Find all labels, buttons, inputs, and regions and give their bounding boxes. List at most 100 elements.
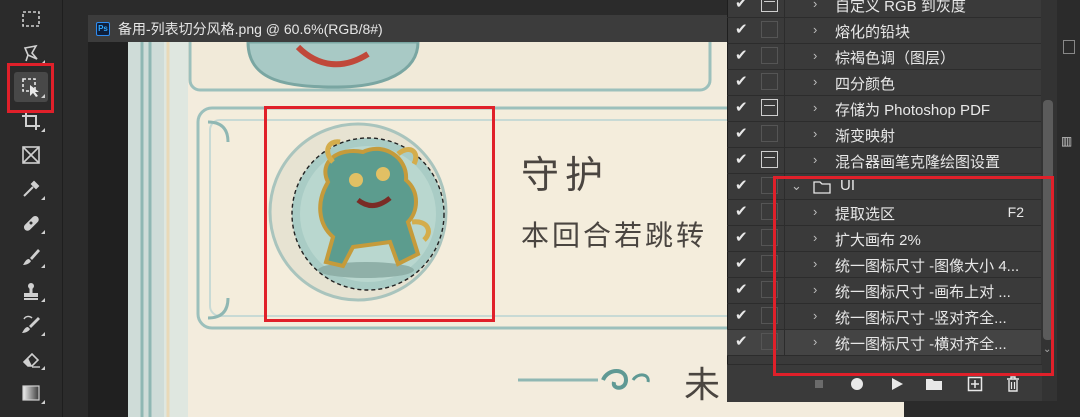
chevron-right-icon[interactable]: › (813, 334, 817, 349)
toggle-item-check-icon[interactable]: ✔ (735, 20, 753, 40)
play-button[interactable] (887, 374, 907, 394)
toggle-dialog-icon[interactable] (761, 21, 778, 38)
action-row[interactable]: ✔ › 熔化的铅块 (727, 18, 1042, 44)
row-divider (784, 96, 785, 122)
marquee-icon (22, 11, 40, 27)
marquee-tool[interactable] (14, 4, 48, 34)
row-divider (784, 18, 785, 44)
action-row[interactable]: ✔ › 渐变映射 (727, 122, 1042, 148)
clone-stamp-tool[interactable] (14, 276, 48, 306)
toggle-item-check-icon[interactable]: ✔ (735, 280, 753, 300)
toggle-dialog-icon[interactable] (761, 73, 778, 90)
chevron-right-icon[interactable]: › (813, 126, 817, 141)
action-row[interactable]: ✔ › 扩大画布 2% (727, 226, 1042, 252)
toggle-dialog-icon[interactable] (761, 151, 778, 168)
gradient-tool[interactable] (14, 378, 48, 408)
history-brush-tool[interactable] (14, 310, 48, 340)
chevron-right-icon[interactable]: › (813, 308, 817, 323)
chevron-down-icon[interactable]: ⌄ (791, 178, 802, 194)
panel-icon[interactable] (1063, 40, 1075, 54)
toggle-item-check-icon[interactable]: ✔ (735, 124, 753, 144)
shortcut-key: F2 (1007, 204, 1024, 220)
delete-button[interactable] (1003, 374, 1023, 394)
action-row[interactable]: ✔ › 四分颜色 (727, 70, 1042, 96)
chevron-right-icon[interactable]: › (813, 48, 817, 63)
right-dock-strip: ▥ (1057, 0, 1080, 417)
toggle-item-check-icon[interactable]: ✔ (735, 202, 753, 222)
toggle-dialog-icon[interactable] (761, 255, 778, 272)
action-label: 自定义 RGB 到灰度 (835, 0, 966, 15)
record-button[interactable] (847, 374, 867, 394)
chevron-right-icon[interactable]: › (813, 256, 817, 271)
eraser-tool[interactable] (14, 344, 48, 374)
object-selection-tool[interactable] (14, 72, 48, 102)
action-row[interactable]: ✔ › 统一图标尺寸 -图像大小 4... (727, 252, 1042, 278)
row-divider (784, 200, 785, 226)
chevron-right-icon[interactable]: › (813, 282, 817, 297)
toggle-item-check-icon[interactable]: ✔ (735, 228, 753, 248)
action-row[interactable]: ✔ › 棕褐色调（图层） (727, 44, 1042, 70)
toggle-item-check-icon[interactable]: ✔ (735, 150, 753, 170)
row-divider (784, 226, 785, 252)
action-row[interactable]: ✔ › 统一图标尺寸 -横对齐全... (727, 330, 1042, 356)
crop-tool[interactable] (14, 106, 48, 136)
next-card-title: 未 (684, 365, 721, 406)
action-row[interactable]: ✔ › 存储为 Photoshop PDF (727, 96, 1042, 122)
chevron-right-icon[interactable]: › (813, 100, 817, 115)
scroll-down-icon[interactable]: ⌄ (1043, 344, 1051, 355)
new-set-button[interactable] (924, 374, 944, 394)
toggle-item-check-icon[interactable]: ✔ (735, 254, 753, 274)
toggle-dialog-icon[interactable] (761, 333, 778, 350)
eyedropper-icon (23, 180, 40, 197)
toggle-item-check-icon[interactable]: ✔ (735, 306, 753, 326)
action-row[interactable]: ✔ › 混合器画笔克隆绘图设置 (727, 148, 1042, 174)
toggle-item-check-icon[interactable]: ✔ (735, 176, 753, 196)
toggle-dialog-icon[interactable] (761, 177, 778, 194)
chevron-right-icon[interactable]: › (813, 204, 817, 219)
eyedropper-tool[interactable] (14, 174, 48, 204)
action-row[interactable]: ✔ › 自定义 RGB 到灰度 (727, 0, 1042, 18)
action-set-label: UI (840, 177, 855, 194)
new-action-icon (967, 376, 983, 392)
object-selection-icon (22, 78, 39, 97)
crop-icon (22, 112, 40, 130)
frame-tool[interactable] (14, 140, 48, 170)
chevron-right-icon[interactable]: › (813, 22, 817, 37)
toggle-item-check-icon[interactable]: ✔ (735, 46, 753, 66)
toggle-dialog-icon[interactable] (761, 203, 778, 220)
toggle-dialog-icon[interactable] (761, 99, 778, 116)
toggle-dialog-icon[interactable] (761, 307, 778, 324)
action-row[interactable]: ✔ › 统一图标尺寸 -画布上对 ... (727, 278, 1042, 304)
histogram-icon[interactable]: ▥ (1061, 134, 1072, 148)
action-row[interactable]: ✔ › 提取选区 F2 (727, 200, 1042, 226)
action-label: 四分颜色 (835, 76, 896, 93)
toggle-dialog-icon[interactable] (761, 47, 778, 64)
row-divider (784, 330, 785, 356)
toggle-item-check-icon[interactable]: ✔ (735, 98, 753, 118)
toggle-dialog-icon[interactable] (761, 125, 778, 142)
action-row[interactable]: ✔ › 统一图标尺寸 -竖对齐全... (727, 304, 1042, 330)
action-label: 统一图标尺寸 -横对齐全... (835, 336, 1007, 353)
toggle-item-check-icon[interactable]: ✔ (735, 0, 753, 14)
toggle-dialog-icon[interactable] (761, 281, 778, 298)
chevron-right-icon[interactable]: › (813, 74, 817, 89)
new-action-button[interactable] (965, 374, 985, 394)
healing-brush-tool[interactable] (14, 208, 48, 238)
toggle-item-check-icon[interactable]: ✔ (735, 332, 753, 352)
action-label: 存储为 Photoshop PDF (835, 102, 991, 119)
scrollbar-thumb[interactable] (1043, 100, 1053, 340)
toggle-dialog-icon[interactable] (761, 229, 778, 246)
chevron-right-icon[interactable]: › (813, 230, 817, 245)
stop-icon (815, 380, 823, 388)
document-tab[interactable]: Ps 备用-列表切分风格.png @ 60.6%(RGB/8#) (88, 15, 728, 42)
stop-button[interactable] (809, 374, 829, 394)
toggle-dialog-icon[interactable] (761, 0, 778, 12)
toggle-item-check-icon[interactable]: ✔ (735, 72, 753, 92)
chevron-right-icon[interactable]: › (813, 0, 817, 11)
chevron-right-icon[interactable]: › (813, 152, 817, 167)
action-set-row[interactable]: ✔ ⌄ UI (727, 174, 1042, 200)
lasso-tool[interactable] (14, 38, 48, 68)
status-area (904, 401, 1080, 417)
brush-tool[interactable] (14, 242, 48, 272)
actions-bottom-bar (727, 364, 1042, 402)
